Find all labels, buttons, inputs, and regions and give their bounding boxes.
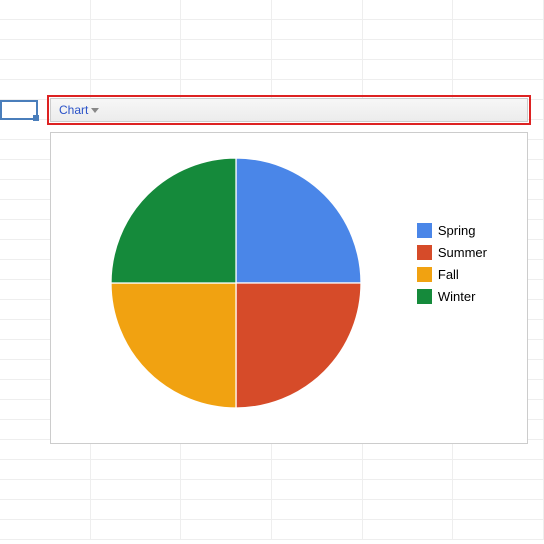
pie-chart <box>111 158 361 411</box>
pie-slice <box>236 283 361 408</box>
legend-item: Spring <box>417 223 487 238</box>
legend-swatch <box>417 267 432 282</box>
legend-swatch <box>417 289 432 304</box>
chart-menu-button[interactable]: Chart <box>59 103 99 117</box>
legend-label: Spring <box>438 223 476 238</box>
pie-slice <box>111 158 236 283</box>
active-cell[interactable] <box>0 100 38 120</box>
legend-item: Fall <box>417 267 487 282</box>
chart-header-bar[interactable]: Chart <box>50 98 528 122</box>
cell-fill-handle[interactable] <box>33 115 39 121</box>
legend-swatch <box>417 245 432 260</box>
chevron-down-icon <box>91 108 99 113</box>
chart-plot-area: Spring Summer Fall Winter <box>50 132 528 444</box>
chart-menu-label: Chart <box>59 103 88 117</box>
legend-item: Winter <box>417 289 487 304</box>
pie-slice <box>111 283 236 408</box>
legend-item: Summer <box>417 245 487 260</box>
legend-swatch <box>417 223 432 238</box>
legend-label: Fall <box>438 267 459 282</box>
legend-label: Winter <box>438 289 476 304</box>
legend-label: Summer <box>438 245 487 260</box>
pie-slice <box>236 158 361 283</box>
chart-object[interactable]: Chart Spring Summer Fall Winter <box>50 98 528 444</box>
chart-legend: Spring Summer Fall Winter <box>417 223 487 311</box>
